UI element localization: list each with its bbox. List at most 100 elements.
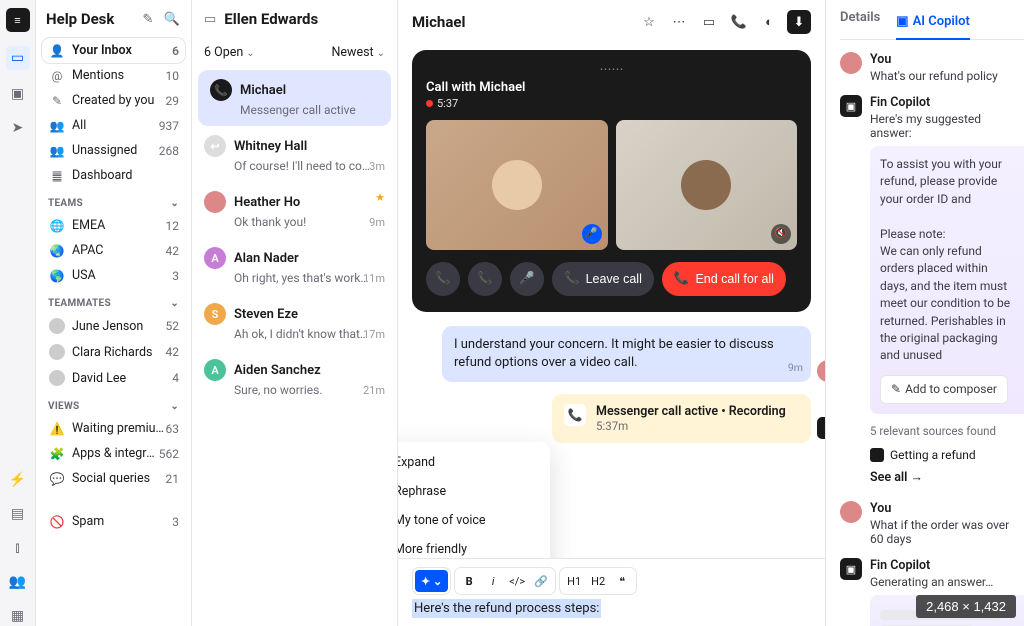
ai-menu-option-0[interactable]: Expand <box>398 448 544 477</box>
call-title: Call with Michael <box>426 80 797 95</box>
views-header: VIEWS <box>48 401 80 412</box>
filter-sort[interactable]: Newest⌄ <box>332 45 386 60</box>
rail-contacts-icon[interactable]: ▣ <box>8 84 28 104</box>
avatar: A <box>204 359 226 381</box>
add-participant-button[interactable]: 📞 <box>426 262 460 296</box>
search-icon[interactable]: 🔍 <box>163 10 181 28</box>
leave-call-button[interactable]: 📞Leave call <box>552 262 654 296</box>
conversation-item-3[interactable]: AAlan NaderOh right, yes that's work…11m <box>192 238 397 294</box>
tab-details[interactable]: Details <box>840 10 880 31</box>
sidebar-item-spam[interactable]: 🚫 Spam 3 <box>42 509 185 534</box>
app-rail: ≡ ▭ ▣ ➤ ⚡ ▤ ⫾ 👥 ▦ <box>0 0 36 626</box>
ai-menu-option-3[interactable]: More friendly <box>398 535 544 558</box>
phone-icon[interactable]: 📞 <box>727 10 751 34</box>
video-participant-1: 🎤 <box>426 120 608 250</box>
sidebar-teammate-0[interactable]: June Jenson52 <box>42 313 185 339</box>
rail-chart-icon[interactable]: ⫾ <box>8 538 28 558</box>
recording-icon <box>426 100 433 107</box>
link-button[interactable]: 🔗 <box>529 570 553 592</box>
sidebar-item-4[interactable]: 👥Unassigned268 <box>42 138 185 163</box>
code-button[interactable]: </> <box>505 570 529 592</box>
call-timer: 5:37 <box>437 97 458 110</box>
composer-input[interactable]: Here's the refund process steps: <box>412 601 811 616</box>
teams-header: TEAMS <box>48 198 83 209</box>
transfer-call-button[interactable]: 📞 <box>468 262 502 296</box>
star-icon[interactable]: ☆ <box>637 10 661 34</box>
conversation-item-4[interactable]: SSteven EzeAh ok, I didn't know that…17m <box>192 294 397 350</box>
end-call-button[interactable]: 📞End call for all <box>662 262 786 296</box>
sidebar-item-2[interactable]: ✎Created by you29 <box>42 88 185 113</box>
chevron-down-icon[interactable]: ⌄ <box>170 401 179 412</box>
filter-open[interactable]: 6 Open⌄ <box>204 45 332 60</box>
fin-icon: ▣ <box>840 95 862 117</box>
avatar: A <box>204 247 226 269</box>
app-logo[interactable]: ≡ <box>6 8 30 32</box>
mute-button[interactable]: 🎤 <box>510 262 544 296</box>
chevron-down-icon[interactable]: ⌄ <box>170 198 179 209</box>
active-call-card: ⋯⋯ Call with Michael 5:37 🎤 🔇 📞 📞 <box>412 50 811 312</box>
conversation-item-2[interactable]: Heather HoOk thank you!9m★ <box>192 182 397 238</box>
close-conversation-icon[interactable]: ⬇ <box>787 10 811 34</box>
ticket-icon[interactable]: ▭ <box>697 10 721 34</box>
avatar <box>840 501 862 523</box>
rail-bolt-icon[interactable]: ⚡ <box>8 470 28 490</box>
rail-inbox-icon[interactable]: ▭ <box>6 46 30 70</box>
see-all-link[interactable]: See all → <box>870 470 1024 485</box>
italic-button[interactable]: i <box>481 570 505 592</box>
sidebar-item-1[interactable]: @Mentions10 <box>42 63 185 88</box>
spam-icon: 🚫 <box>48 515 66 529</box>
ai-menu-option-1[interactable]: Rephrase <box>398 477 544 506</box>
conversation-item-1[interactable]: ↩Whitney HallOf course! I'll need to co…… <box>192 126 397 182</box>
avatar <box>840 52 862 74</box>
sidebar-title: Help Desk <box>46 10 133 28</box>
sidebar-teammate-2[interactable]: David Lee4 <box>42 365 185 391</box>
ai-menu-option-2[interactable]: My tone of voice <box>398 506 544 535</box>
sidebar-view-0[interactable]: ⚠️Waiting premium63 <box>42 416 185 441</box>
rail-book-icon[interactable]: ▤ <box>8 504 28 524</box>
conversation-item-0[interactable]: 📞MichaelMessenger call active <box>198 70 391 126</box>
suggested-answer: To assist you with your refund, please p… <box>870 146 1024 414</box>
call-recording-banner: 📞 Messenger call active • Recording 5:37… <box>552 394 811 443</box>
sidebar-item-3[interactable]: 👥All937 <box>42 113 185 138</box>
rail-grid-icon[interactable]: ▦ <box>8 606 28 626</box>
sidebar-team-1[interactable]: 🌏APAC42 <box>42 238 185 263</box>
sidebar-view-2[interactable]: 💬Social queries21 <box>42 466 185 491</box>
fin-icon: ▣ <box>840 558 862 580</box>
source-item[interactable]: Getting a refund <box>870 444 1024 466</box>
list-layout-icon[interactable]: ▭ <box>204 12 216 27</box>
sidebar-view-1[interactable]: 🧩Apps & integrations562 <box>42 441 185 466</box>
mic-on-icon[interactable]: 🎤 <box>582 224 602 244</box>
phone-icon: 📞 <box>564 404 586 426</box>
compose-icon[interactable]: ✎ <box>139 10 157 28</box>
drag-handle-icon[interactable]: ⋯⋯ <box>426 62 797 76</box>
list-owner: Ellen Edwards <box>224 10 318 28</box>
avatar <box>204 191 226 213</box>
composer: ✦ ⌄ B i </> 🔗 H1 H2 ❝ Here's the refund … <box>398 558 825 626</box>
h1-button[interactable]: H1 <box>562 570 586 592</box>
sidebar-teammate-1[interactable]: Clara Richards42 <box>42 339 185 365</box>
sidebar-team-2[interactable]: 🌎USA3 <box>42 263 185 288</box>
thread-title: Michael <box>412 13 631 31</box>
snooze-icon[interactable]: ◐ <box>757 10 781 34</box>
video-participant-2: 🔇 <box>616 120 798 250</box>
star-icon: ★ <box>375 191 385 204</box>
avatar <box>817 360 825 382</box>
bold-button[interactable]: B <box>457 570 481 592</box>
conversation-list: ▭ Ellen Edwards 6 Open⌄ Newest⌄ 📞Michael… <box>192 0 398 626</box>
avatar: 📞 <box>210 79 232 101</box>
mic-muted-icon[interactable]: 🔇 <box>771 224 791 244</box>
copilot-panel: Details ▣AI Copilot You What's our refun… <box>826 0 1024 626</box>
add-to-composer-button[interactable]: ✎ Add to composer <box>880 375 1008 404</box>
chevron-down-icon[interactable]: ⌄ <box>170 298 179 309</box>
conversation-item-5[interactable]: AAiden SanchezSure, no worries.21m <box>192 350 397 406</box>
sidebar-item-0[interactable]: 👤Your Inbox6 <box>42 38 185 63</box>
rail-send-icon[interactable]: ➤ <box>8 118 28 138</box>
sidebar-item-5[interactable]: ䷀Dashboard <box>42 163 185 188</box>
rail-people-icon[interactable]: 👥 <box>8 572 28 592</box>
ai-button[interactable]: ✦ ⌄ <box>415 570 448 592</box>
tab-ai-copilot[interactable]: ▣AI Copilot <box>896 10 970 40</box>
quote-button[interactable]: ❝ <box>610 570 634 592</box>
sidebar-team-0[interactable]: 🌐EMEA12 <box>42 213 185 238</box>
h2-button[interactable]: H2 <box>586 570 610 592</box>
more-icon[interactable]: ⋯ <box>667 10 691 34</box>
